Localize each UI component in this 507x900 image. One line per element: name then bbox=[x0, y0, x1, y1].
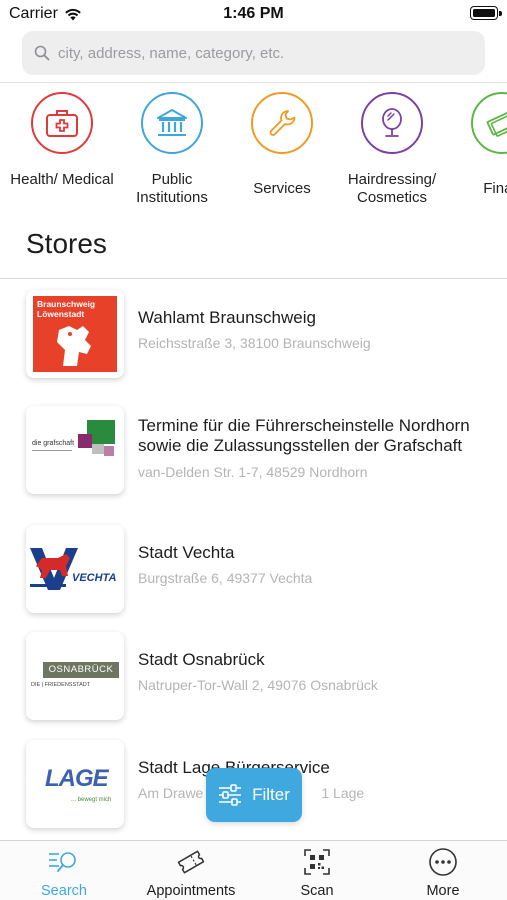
ticket-icon bbox=[131, 847, 251, 877]
logo-subtext: DIE | FRIEDENSSTADT bbox=[31, 682, 91, 688]
search-list-icon bbox=[4, 847, 124, 877]
store-logo-braunschweig: Braunschweig Löwenstadt bbox=[26, 290, 124, 378]
tab-more[interactable]: More bbox=[383, 847, 503, 899]
store-list-item[interactable]: VECHTA Stadt Vechta Burgstraße 6, 49377 … bbox=[0, 515, 507, 619]
store-logo-grafschaft: die grafschaft bbox=[26, 406, 124, 494]
category-label: Public Institutions bbox=[136, 171, 208, 206]
logo-text: die grafschaft bbox=[32, 440, 75, 447]
store-list-item[interactable]: Braunschweig Löwenstadt Wahlamt Braunsch… bbox=[0, 280, 507, 384]
sliders-icon bbox=[219, 784, 242, 806]
public-building-icon bbox=[141, 92, 203, 154]
logo-text: LAGE bbox=[45, 765, 109, 792]
category-label: Finan bbox=[483, 180, 507, 197]
category-hairdressing-cosmetics[interactable]: Hairdressing/ Cosmetics bbox=[337, 92, 447, 207]
money-icon bbox=[471, 92, 507, 154]
tab-label: Scan bbox=[300, 883, 334, 899]
status-bar: Carrier 1:46 PM bbox=[0, 0, 507, 28]
mirror-icon bbox=[361, 92, 423, 154]
status-time: 1:46 PM bbox=[223, 5, 284, 22]
search-icon bbox=[34, 45, 50, 61]
store-list-item[interactable]: OSNABRÜCK DIE | FRIEDENSSTADT Stadt Osna… bbox=[0, 622, 507, 726]
store-list-item[interactable]: die grafschaft Termine für die Führersch… bbox=[0, 396, 507, 500]
store-logo-vechta: VECHTA bbox=[26, 525, 124, 613]
store-address-end: 1 Lage bbox=[321, 785, 365, 801]
category-public-institutions[interactable]: Public Institutions bbox=[117, 92, 227, 207]
divider bbox=[0, 82, 507, 83]
store-name: Stadt Vechta bbox=[138, 543, 235, 562]
first-aid-kit-icon bbox=[31, 92, 93, 154]
category-label: Health/ Medical bbox=[10, 171, 114, 188]
store-address: van-Delden Str. 1-7, 48529 Nordhorn bbox=[138, 464, 368, 480]
store-address: Burgstraße 6, 49377 Vechta bbox=[138, 570, 313, 586]
store-list[interactable]: Braunschweig Löwenstadt Wahlamt Braunsch… bbox=[0, 280, 507, 840]
category-health-medical[interactable]: Health/ Medical bbox=[7, 92, 117, 189]
store-name: Stadt Osnabrück bbox=[138, 650, 265, 669]
search-input[interactable] bbox=[58, 44, 458, 62]
category-label: Services bbox=[253, 180, 311, 197]
tab-label: Appointments bbox=[146, 883, 236, 899]
tab-search[interactable]: Search bbox=[4, 847, 124, 899]
store-address-start: Am Drawe bbox=[138, 785, 204, 801]
filter-label: Filter bbox=[252, 785, 290, 804]
tab-appointments[interactable]: Appointments bbox=[131, 847, 251, 899]
category-label: Hairdressing/ Cosmetics bbox=[347, 171, 437, 206]
wrench-icon bbox=[251, 92, 313, 154]
logo-text: VECHTA bbox=[72, 572, 117, 584]
store-name: Wahlamt Braunschweig bbox=[138, 308, 316, 327]
section-title: Stores bbox=[26, 228, 107, 259]
store-logo-osnabrueck: OSNABRÜCK DIE | FRIEDENSSTADT bbox=[26, 632, 124, 720]
store-logo-lage: LAGE ... bewegt mich bbox=[26, 740, 124, 828]
store-name: Stadt Lage Bürgerservice bbox=[138, 758, 330, 777]
store-name: Termine für die Führerscheinstelle Nordh… bbox=[138, 416, 470, 455]
search-bar[interactable] bbox=[22, 31, 485, 75]
logo-subtext: ... bewegt mich bbox=[71, 797, 112, 803]
tab-label: More bbox=[426, 883, 460, 899]
category-services[interactable]: Services bbox=[227, 92, 337, 198]
category-carousel[interactable]: Health/ Medical Public Institutions Serv… bbox=[0, 92, 507, 214]
battery-icon bbox=[470, 6, 502, 20]
tab-label: Search bbox=[41, 883, 87, 899]
logo-text: Braunschweig Löwenstadt bbox=[37, 299, 96, 319]
divider bbox=[0, 278, 507, 279]
filter-button[interactable]: Filter bbox=[206, 768, 302, 822]
store-address: Natruper-Tor-Wall 2, 49076 Osnabrück bbox=[138, 677, 378, 693]
more-dots-icon bbox=[383, 847, 503, 877]
tab-scan[interactable]: Scan bbox=[257, 847, 377, 899]
tab-bar: Search Appointments Scan More bbox=[0, 840, 507, 900]
qr-scan-icon bbox=[257, 847, 377, 877]
category-finance[interactable]: Finan bbox=[447, 92, 507, 198]
logo-text: OSNABRÜCK bbox=[43, 662, 119, 678]
store-address: Reichsstraße 3, 38100 Braunschweig bbox=[138, 335, 371, 351]
